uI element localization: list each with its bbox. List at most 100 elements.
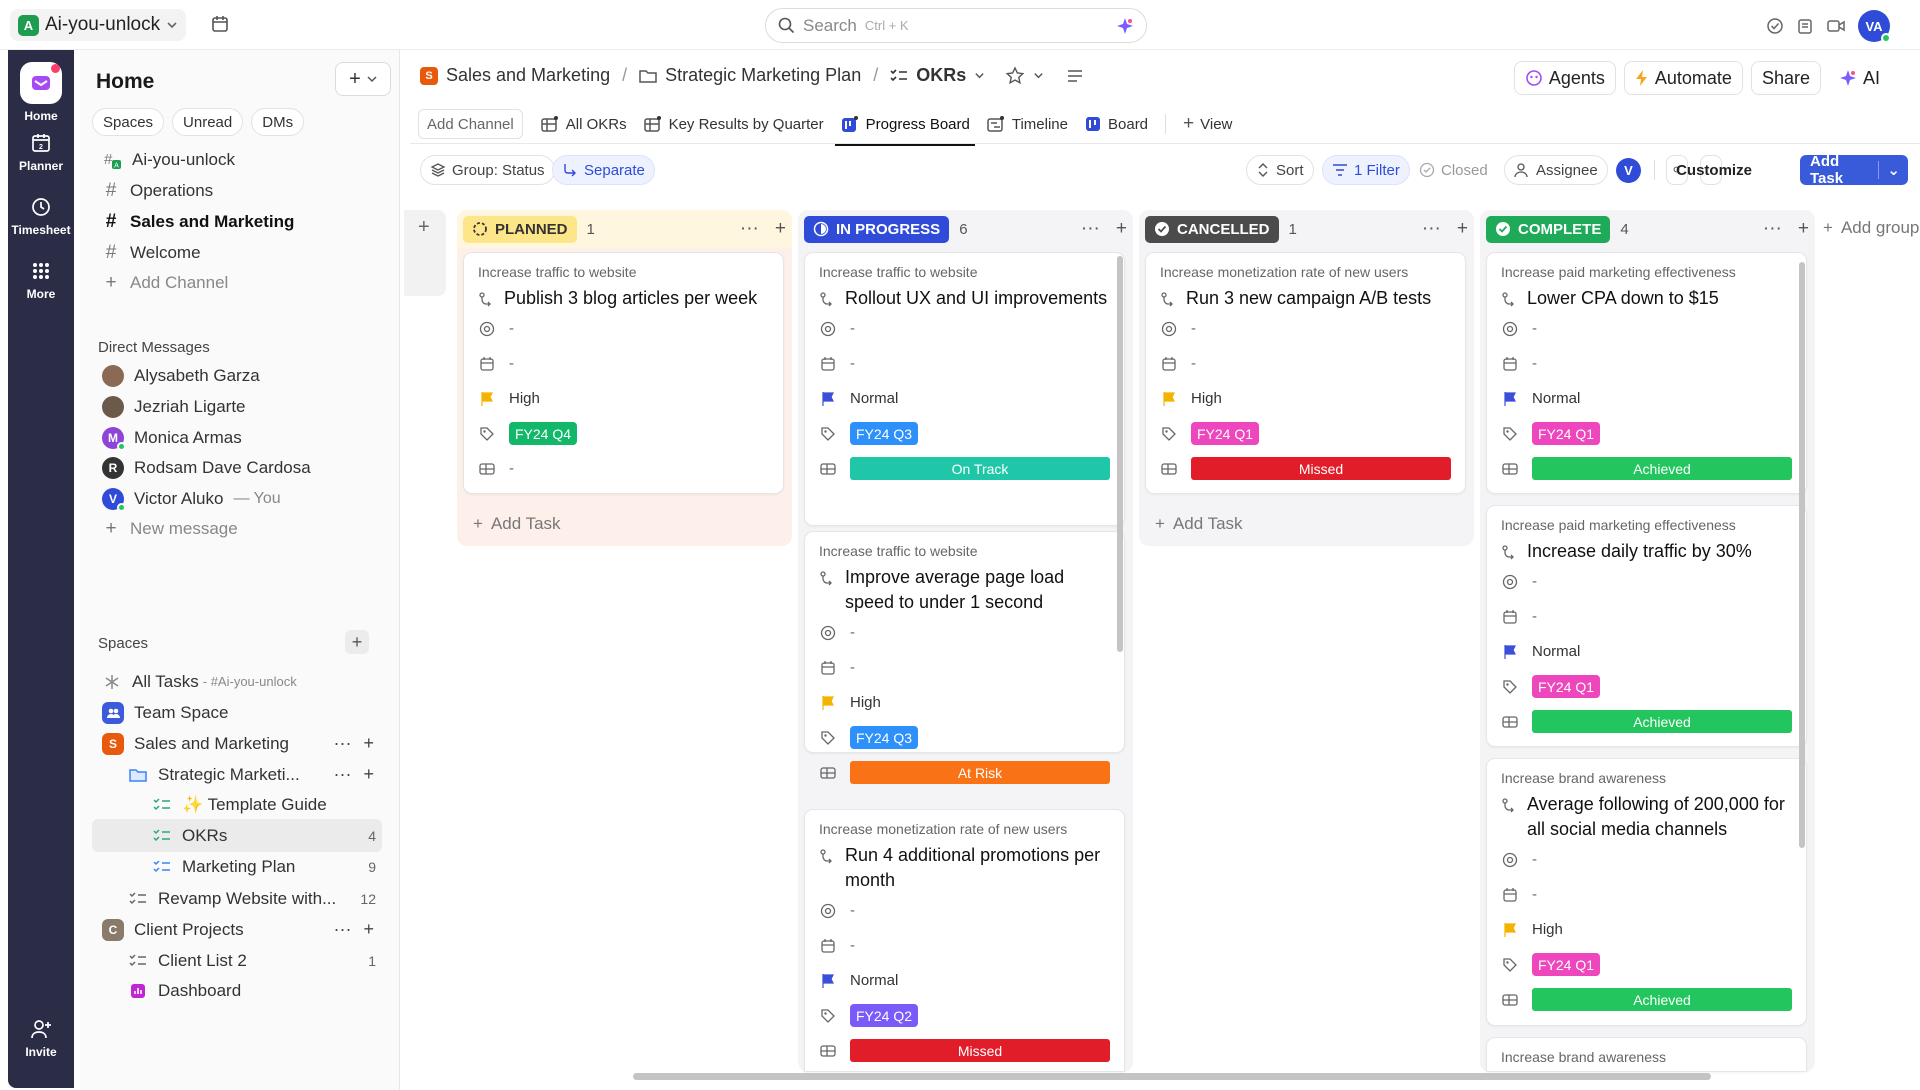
rail-more[interactable]: More [8,260,74,301]
card-result-row[interactable]: Missed [819,1033,1110,1068]
more-icon[interactable]: ··· [1763,218,1782,240]
plus-icon[interactable]: + [418,216,430,239]
plus-icon[interactable]: + [775,218,786,240]
channel-operations[interactable]: # Operations [92,174,382,207]
add-task-inline[interactable]: + Add Task [473,514,561,534]
card-priority-row[interactable]: High [478,381,769,416]
card-priority-row[interactable]: Normal [819,381,1110,416]
list-client-list-2[interactable]: Client List 2 1 [92,944,382,977]
tab-board[interactable]: Board [1079,104,1153,144]
tab-key-results-by-quarter[interactable]: Key Results by Quarter [638,104,829,144]
card-date-row[interactable]: - [819,928,1110,963]
list-revamp-website[interactable]: Revamp Website with... 12 [92,882,382,915]
card-tag-row[interactable]: FY24 Q1 [1501,669,1792,704]
rail-home[interactable]: Home [8,62,74,123]
breadcrumb-space[interactable]: Sales and Marketing [446,65,610,86]
board-horizontal-scrollbar[interactable] [633,1073,1711,1080]
ai-sparkle-icon[interactable] [1116,17,1134,35]
add-group-button[interactable]: + Add group [1823,218,1919,238]
card-priority-row[interactable]: Normal [1501,381,1792,416]
card-date-row[interactable]: - [819,346,1110,381]
more-icon[interactable]: ··· [1081,218,1100,240]
card-date-row[interactable]: - [1501,346,1792,381]
folder-tools[interactable]: ··· + [334,764,375,785]
task-card[interactable]: Increase monetization rate of new users … [804,809,1125,1072]
list-template-guide[interactable]: ✨ Template Guide [92,788,382,821]
tab-all-okrs[interactable]: All OKRs [535,104,632,144]
task-card[interactable]: Increase brand awareness Average followi… [1486,758,1807,1026]
search-input[interactable]: Search Ctrl + K [765,8,1147,43]
space-sales-and-marketing[interactable]: S Sales and Marketing ··· + [92,727,382,760]
card-result-row[interactable]: - [478,451,769,486]
card-date-row[interactable]: - [1160,346,1451,381]
card-assignee-row[interactable]: - [1501,311,1792,346]
closed-toggle[interactable]: Closed [1410,155,1497,185]
space-client-projects[interactable]: C Client Projects ··· + [92,913,382,946]
add-channel-button[interactable]: + Add Channel [92,266,382,299]
filter-button[interactable]: 1 Filter [1322,155,1410,185]
pill-unread[interactable]: Unread [172,108,244,136]
dashboard-item[interactable]: Dashboard [92,974,382,1007]
add-space-button[interactable]: + [345,630,369,654]
breadcrumb-list[interactable]: OKRs [916,65,966,86]
rail-invite[interactable]: Invite [8,1018,74,1059]
channel-ai-you-unlock[interactable]: # A Ai-you-unlock [92,143,382,176]
card-result-row[interactable]: At Risk [819,755,1110,790]
new-message-button[interactable]: + New message [92,512,382,545]
space-all-tasks[interactable]: All Tasks - #Ai-you-unlock [92,665,382,698]
card-date-row[interactable]: - [1501,877,1792,912]
channel-welcome[interactable]: # Welcome [92,236,382,269]
card-result-row[interactable]: On Track [819,451,1110,486]
card-assignee-row[interactable]: - [1501,842,1792,877]
card-tag-row[interactable]: FY24 Q3 [819,720,1110,755]
separate-button[interactable]: Separate [552,155,655,185]
card-tag-row[interactable]: FY24 Q1 [1501,416,1792,451]
customize-button[interactable]: Customize [1676,155,1752,185]
sort-button[interactable]: Sort [1246,155,1314,185]
me-avatar-filter[interactable]: V [1616,158,1641,183]
pill-spaces[interactable]: Spaces [92,108,165,136]
card-priority-row[interactable]: High [1160,381,1451,416]
plus-icon[interactable]: + [1798,218,1809,240]
chevron-down-icon[interactable]: ⌄ [1878,161,1908,179]
card-result-row[interactable]: Achieved [1501,982,1792,1017]
card-assignee-row[interactable]: - [1501,564,1792,599]
card-tag-row[interactable]: FY24 Q1 [1501,947,1792,982]
dm-alysabeth-garza[interactable]: Alysabeth Garza [92,359,382,392]
status-pill-planned[interactable]: PLANNED [463,215,577,243]
assignee-button[interactable]: Assignee [1504,155,1608,185]
calendar-icon[interactable] [210,14,230,34]
chevron-down-icon[interactable] [1033,70,1044,81]
tab-timeline[interactable]: Timeline [981,104,1073,144]
automate-button[interactable]: Automate [1623,61,1743,95]
card-assignee-row[interactable]: - [478,311,769,346]
plus-icon[interactable]: + [1116,218,1127,240]
status-pill-complete[interactable]: COMPLETE [1486,215,1611,243]
card-result-row[interactable]: Achieved [1501,704,1792,739]
workspace-switcher[interactable]: A Ai-you-unlock [10,9,187,41]
card-tag-row[interactable]: FY24 Q4 [478,416,769,451]
more-icon[interactable]: ··· [740,218,759,240]
column-scrollbar[interactable] [1117,256,1123,652]
rail-timesheet[interactable]: Timesheet [8,196,74,237]
star-icon[interactable] [1005,65,1025,86]
card-priority-row[interactable]: Normal [819,963,1110,998]
card-date-row[interactable]: - [819,650,1110,685]
tab-progress-board[interactable]: Progress Board [834,104,976,146]
task-card[interactable]: Increase traffic to website Publish 3 bl… [463,252,784,494]
agents-button[interactable]: Agents [1513,61,1616,95]
rail-planner[interactable]: 2 Planner [8,132,74,173]
space-tools[interactable]: ··· + [334,919,375,940]
card-priority-row[interactable]: Normal [1501,634,1792,669]
notepad-icon[interactable] [1796,17,1814,35]
card-assignee-row[interactable]: - [819,893,1110,928]
list-marketing-plan[interactable]: Marketing Plan 9 [92,850,382,883]
space-team-space[interactable]: Team Space [92,696,382,729]
chevron-down-icon[interactable] [974,70,985,81]
add-task-button[interactable]: Add Task ⌄ [1800,155,1908,185]
pill-dms[interactable]: DMs [251,108,305,136]
task-card[interactable]: Increase paid marketing effectiveness In… [1486,505,1807,747]
breadcrumb-folder[interactable]: Strategic Marketing Plan [665,65,861,86]
card-tag-row[interactable]: FY24 Q2 [819,998,1110,1033]
column-scrollbar[interactable] [1799,262,1805,848]
